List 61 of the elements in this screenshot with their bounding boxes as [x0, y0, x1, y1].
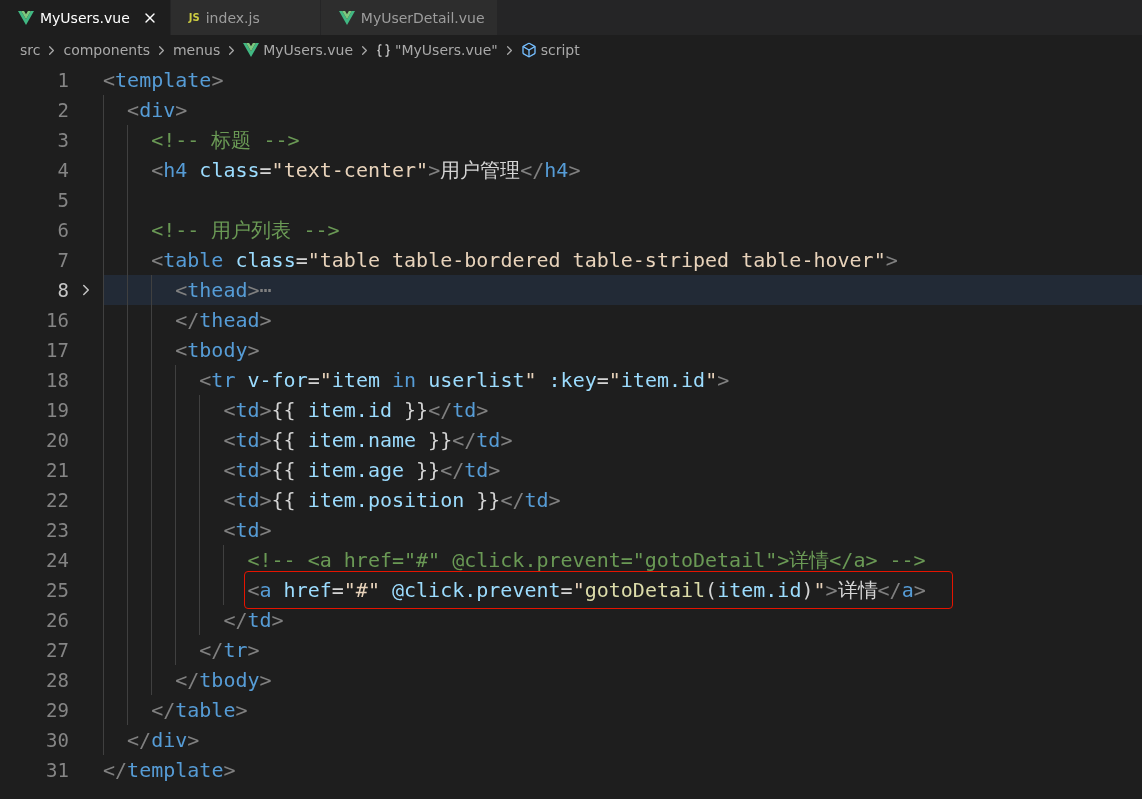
- line-number: 29: [45, 698, 69, 723]
- line-number: 30: [45, 728, 69, 753]
- line-number: 19: [45, 398, 69, 423]
- line-number: 21: [45, 458, 69, 483]
- editor-tab[interactable]: JS index.js: [170, 0, 321, 35]
- cube-icon: [520, 42, 537, 58]
- code-line: <td>{{ item.id }}</td>: [223, 397, 489, 424]
- code-line: </td>: [223, 607, 284, 634]
- line-number: 4: [56, 158, 69, 183]
- breadcrumb-item[interactable]: script: [520, 42, 580, 58]
- line-number: 5: [56, 188, 69, 213]
- line-number: 6: [56, 218, 69, 243]
- line-number: 26: [45, 608, 69, 633]
- line-number: 18: [45, 368, 69, 393]
- vue-logo-icon: [18, 10, 34, 25]
- line-number: 20: [45, 428, 69, 453]
- line-number: 23: [45, 518, 69, 543]
- line-number: 17: [45, 338, 69, 363]
- line-number: 8: [56, 278, 69, 303]
- code-line: <template>: [103, 67, 224, 94]
- code-line: <table class="table table-bordered table-striped table-hover">: [151, 247, 898, 274]
- line-number: 22: [45, 488, 69, 513]
- line-number: 25: [45, 578, 69, 603]
- code-line: </tr>: [199, 637, 260, 664]
- line-number: 16: [45, 308, 69, 333]
- line-number: 7: [56, 248, 69, 273]
- code-line: <!-- 用户列表 -->: [151, 217, 340, 244]
- breadcrumb-item[interactable]: components: [63, 42, 150, 58]
- line-number: 24: [45, 548, 69, 573]
- line-number: 31: [45, 758, 69, 783]
- editor-tab[interactable]: MyUserDetail.vue: [320, 0, 498, 35]
- code-line: <td>{{ item.age }}</td>: [223, 457, 501, 484]
- code-line: <td>{{ item.name }}</td>: [223, 427, 513, 454]
- line-number: 1: [56, 68, 69, 93]
- editor-tab[interactable]: MyUsers.vue: [0, 0, 171, 35]
- code-line: <!-- 标题 -->: [151, 127, 300, 154]
- line-number: 28: [45, 668, 69, 693]
- breadcrumb-item[interactable]: menus: [172, 42, 221, 58]
- code-line: <h4 class="text-center">用户管理</h4>: [151, 157, 581, 184]
- line-number: 3: [56, 128, 69, 153]
- braces-icon: [376, 42, 392, 58]
- code-line: <td>: [223, 517, 272, 544]
- breadcrumb-item[interactable]: MyUsers.vue: [243, 42, 354, 58]
- code-line: <td>{{ item.position }}</td>: [223, 487, 561, 514]
- vue-logo-icon: [243, 43, 260, 57]
- code-line: <thead>⋯: [175, 277, 272, 304]
- code-line: <!-- <a href="#" @click.prevent="gotoDetail">详情</a> -->: [247, 547, 926, 574]
- breadcrumb-item[interactable]: "MyUsers.vue": [376, 42, 498, 58]
- line-number: 27: [45, 638, 69, 663]
- line-number: 2: [56, 98, 69, 123]
- code-line: </table>: [151, 697, 248, 724]
- code-line: <tbody>: [175, 337, 260, 364]
- vue-logo-icon: [338, 10, 355, 25]
- js-file-icon: JS: [188, 12, 200, 23]
- code-line: </tbody>: [175, 667, 272, 694]
- code-line: <tr v-for="item in userlist" :key="item.id">: [199, 367, 730, 394]
- code-line: <div>: [127, 97, 188, 124]
- breadcrumb-item[interactable]: src: [20, 42, 41, 58]
- code-line: </template>: [103, 757, 236, 784]
- code-line: </div>: [127, 727, 200, 754]
- code-line: </thead>: [175, 307, 272, 334]
